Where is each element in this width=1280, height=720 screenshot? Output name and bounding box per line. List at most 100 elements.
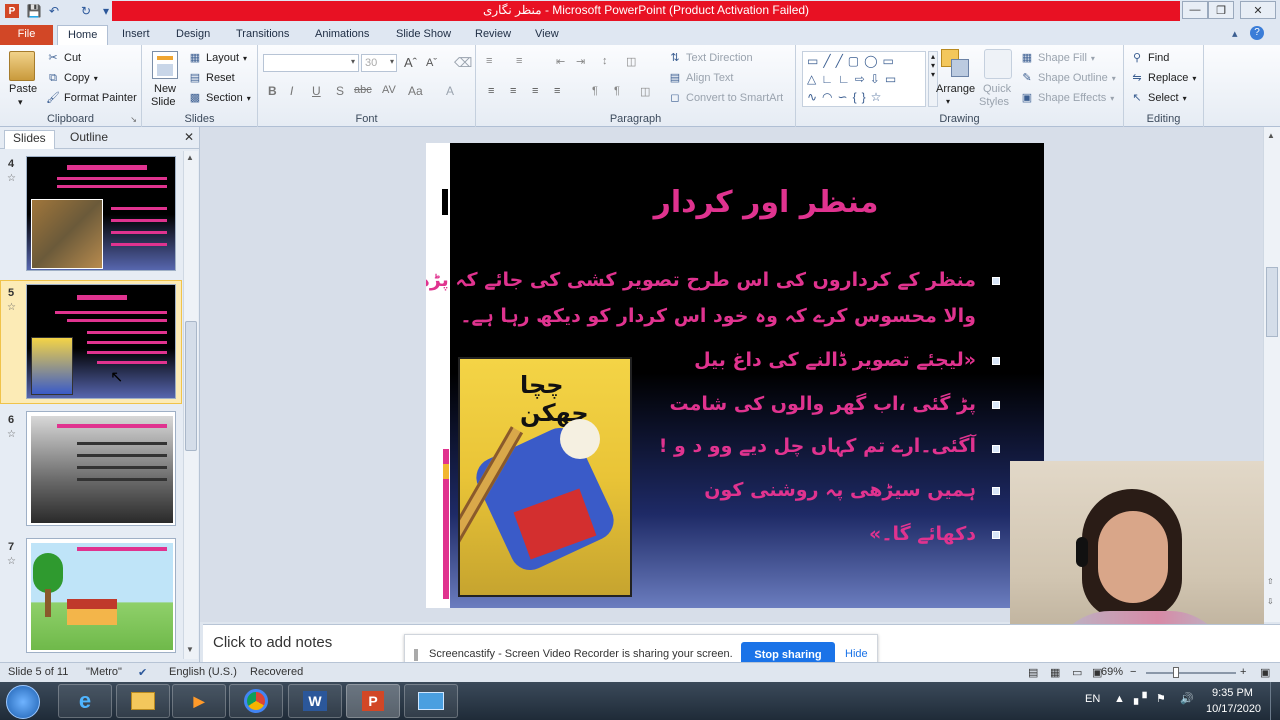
normal-view-icon[interactable]: ▤ bbox=[1028, 666, 1038, 679]
language-indicator[interactable]: English (U.S.) bbox=[169, 666, 237, 678]
slide-thumbnail-5[interactable] bbox=[26, 284, 176, 399]
slide-title[interactable]: منظر اور کردار bbox=[606, 185, 926, 220]
slide-text-line[interactable]: آگئی۔ارے تم کہاں چل دیے وو د و ! bbox=[659, 435, 976, 457]
powerpoint-app-icon[interactable]: P bbox=[4, 3, 20, 19]
ribbon-minimize-icon[interactable]: ▴ bbox=[1232, 27, 1238, 40]
bold-icon[interactable]: B bbox=[268, 84, 277, 98]
columns-icon[interactable]: ◫ bbox=[626, 55, 636, 68]
network-icon[interactable]: ▖▘ bbox=[1134, 692, 1151, 705]
slide-thumbnail-6[interactable] bbox=[26, 411, 176, 526]
new-slide-button[interactable]: New bbox=[154, 83, 176, 95]
decrease-indent-icon[interactable]: ⇤ bbox=[556, 55, 565, 68]
justify-icon[interactable]: ≡ bbox=[554, 85, 560, 97]
font-size-select[interactable]: 30 ▾ bbox=[361, 54, 397, 72]
volume-icon[interactable]: 🔊 bbox=[1180, 692, 1194, 705]
spell-check-icon[interactable]: ✔ bbox=[138, 666, 147, 679]
slide-thumbnail-4[interactable] bbox=[26, 156, 176, 271]
shape-outline-button[interactable]: ✎ Shape Outline ▾ bbox=[1020, 71, 1115, 85]
increase-indent-icon[interactable]: ⇥ bbox=[576, 55, 585, 68]
next-slide-icon[interactable]: ⇩ bbox=[1267, 597, 1274, 606]
notes-placeholder[interactable]: Click to add notes bbox=[213, 634, 332, 651]
tab-design[interactable]: Design bbox=[166, 25, 220, 45]
start-button-icon[interactable] bbox=[6, 685, 40, 719]
slide-thumbnail-7[interactable] bbox=[26, 538, 176, 653]
zoom-level[interactable]: 69% bbox=[1101, 666, 1123, 678]
editor-scrollbar[interactable]: ▲ ⇧ ⇩ bbox=[1263, 127, 1280, 622]
chevron-down-icon[interactable]: ▾ bbox=[946, 97, 950, 106]
strikethrough-icon[interactable]: abc bbox=[354, 84, 372, 96]
show-hidden-icons-icon[interactable]: ▲ bbox=[1114, 693, 1125, 705]
replace-button[interactable]: ⇋ Replace ▾ bbox=[1130, 71, 1196, 85]
window-switcher-icon[interactable] bbox=[404, 684, 458, 718]
language-indicator[interactable]: EN bbox=[1085, 693, 1100, 705]
italic-icon[interactable]: I bbox=[290, 84, 293, 98]
restore-button[interactable]: ❐ bbox=[1208, 1, 1234, 19]
previous-slide-icon[interactable]: ⇧ bbox=[1267, 577, 1274, 586]
change-case-icon[interactable]: Aa bbox=[408, 84, 423, 98]
format-painter-button[interactable]: 🖌 Format Painter bbox=[46, 91, 137, 105]
paste-button[interactable]: Paste bbox=[9, 83, 37, 95]
close-button[interactable]: ✕ bbox=[1240, 1, 1276, 19]
slide-canvas[interactable]: منظر اور کردار منظر کے کرداروں کی اس طرح… bbox=[426, 143, 1044, 608]
arrange-button[interactable]: Arrange bbox=[936, 83, 975, 95]
help-icon[interactable]: ? bbox=[1250, 26, 1264, 40]
scroll-thumb[interactable] bbox=[185, 321, 197, 451]
align-center-icon[interactable]: ≡ bbox=[510, 85, 516, 97]
align-right-icon[interactable]: ≡ bbox=[532, 85, 538, 97]
hide-button[interactable]: Hide bbox=[845, 648, 868, 660]
grow-font-icon[interactable]: Aˆ bbox=[404, 55, 417, 70]
tab-home[interactable]: Home bbox=[57, 25, 109, 45]
redo-icon[interactable]: ↻ bbox=[78, 3, 94, 19]
font-family-select[interactable]: ▾ bbox=[263, 54, 359, 72]
align-text-button[interactable]: ▤ Align Text bbox=[668, 71, 734, 85]
tab-transitions[interactable]: Transitions bbox=[226, 25, 299, 45]
slide-text-line[interactable]: دکھائے گا۔» bbox=[869, 523, 976, 545]
slide-text-line[interactable]: منظر کے کرداروں کی اس طرح تصویر کشی کی ج… bbox=[426, 269, 976, 291]
tab-outline[interactable]: Outline bbox=[62, 130, 116, 144]
action-center-icon[interactable]: ⚑ bbox=[1156, 692, 1166, 705]
convert-smartart-button[interactable]: ◻ Convert to SmartArt bbox=[668, 91, 783, 105]
paste-dropdown-icon[interactable]: ▾ bbox=[18, 97, 23, 108]
zoom-slider-handle[interactable] bbox=[1173, 667, 1179, 678]
bullets-icon[interactable]: ≡ bbox=[486, 55, 492, 67]
new-slide-button-line2[interactable]: Slide bbox=[151, 96, 175, 108]
shape-fill-button[interactable]: ▦ Shape Fill ▾ bbox=[1020, 51, 1095, 65]
tab-slides[interactable]: Slides bbox=[4, 130, 55, 149]
show-desktop-button[interactable] bbox=[1270, 682, 1280, 720]
media-player-icon[interactable]: ▶ bbox=[172, 684, 226, 718]
underline-icon[interactable]: U bbox=[312, 84, 321, 98]
clock-time[interactable]: 9:35 PM bbox=[1212, 687, 1253, 699]
ltr-icon[interactable]: ¶ bbox=[592, 85, 598, 97]
dialog-launcher-icon[interactable]: ↘ bbox=[130, 115, 137, 124]
slide-text-line[interactable]: والا محسوس کرے کہ وہ خود اس کردار کو دیک… bbox=[460, 305, 976, 327]
slide-text-line[interactable]: ہمیں سیڑھی پہ روشنی کون bbox=[704, 479, 976, 501]
close-pane-icon[interactable]: ✕ bbox=[184, 130, 194, 144]
section-button[interactable]: ▩ Section ▾ bbox=[188, 91, 251, 105]
find-button[interactable]: ⚲ Find bbox=[1130, 51, 1169, 65]
fit-slide-icon[interactable]: ▣ bbox=[1260, 666, 1270, 679]
quick-styles-button[interactable]: Quick bbox=[983, 83, 1011, 95]
word-icon[interactable]: W bbox=[288, 684, 342, 718]
shapes-gallery-more[interactable]: ▴ ▾ ▾ bbox=[928, 51, 938, 107]
align-left-icon[interactable]: ≡ bbox=[488, 85, 494, 97]
powerpoint-taskbar-icon[interactable]: P bbox=[346, 684, 400, 718]
tab-animations[interactable]: Animations bbox=[305, 25, 379, 45]
shape-effects-button[interactable]: ▣ Shape Effects ▾ bbox=[1020, 91, 1115, 105]
file-explorer-icon[interactable] bbox=[116, 684, 170, 718]
save-icon[interactable]: 💾 bbox=[26, 3, 42, 19]
reading-view-icon[interactable]: ▭ bbox=[1072, 666, 1082, 679]
paragraph-columns-icon[interactable]: ◫ bbox=[640, 85, 650, 98]
minimize-button[interactable]: — bbox=[1182, 1, 1208, 19]
zoom-out-icon[interactable]: − bbox=[1130, 666, 1136, 678]
slide-text-line[interactable]: «لیجئے تصویر ڈالنے کی داغ بیل bbox=[694, 349, 976, 371]
book-cover-image[interactable]: چچا چھکن bbox=[458, 357, 632, 597]
tab-file[interactable]: File bbox=[0, 25, 53, 45]
font-color-icon[interactable]: A bbox=[446, 84, 454, 98]
quick-styles-button-line2[interactable]: Styles bbox=[979, 96, 1009, 108]
tab-insert[interactable]: Insert bbox=[112, 25, 160, 45]
internet-explorer-icon[interactable]: e bbox=[58, 684, 112, 718]
scroll-up-icon[interactable]: ▲ bbox=[186, 153, 194, 162]
slide-text-line[interactable]: پڑ گئی ،اب گھر والوں کی شامت bbox=[670, 393, 976, 415]
line-spacing-icon[interactable]: ↕ bbox=[602, 55, 608, 67]
slides-scrollbar[interactable]: ▲ ▼ bbox=[183, 151, 198, 659]
